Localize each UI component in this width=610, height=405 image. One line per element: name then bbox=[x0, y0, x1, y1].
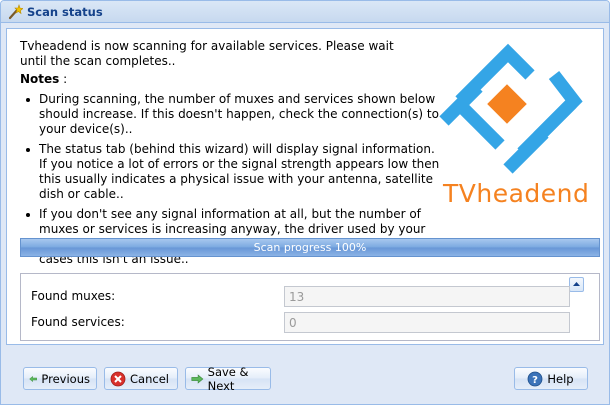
cancel-button[interactable]: Cancel bbox=[104, 367, 178, 390]
scan-status-window: Scan status Tvheadend is now scanning fo… bbox=[0, 0, 610, 405]
scan-progress-bar: Scan progress 100% bbox=[20, 238, 600, 257]
save-next-button[interactable]: Save & Next bbox=[185, 364, 271, 393]
note-item: During scanning, the number of muxes and… bbox=[26, 92, 446, 137]
svg-text:?: ? bbox=[532, 375, 538, 386]
previous-button[interactable]: Previous bbox=[23, 367, 97, 390]
help-button-label: Help bbox=[547, 371, 574, 386]
cancel-icon bbox=[110, 371, 126, 386]
note-item: The status tab (behind this wizard) will… bbox=[26, 142, 446, 202]
cancel-button-label: Cancel bbox=[130, 371, 169, 386]
found-muxes-field[interactable] bbox=[284, 286, 570, 307]
arrow-right-icon bbox=[191, 373, 204, 384]
found-services-field[interactable] bbox=[284, 312, 570, 333]
save-next-button-label: Save & Next bbox=[207, 364, 249, 393]
notes-heading: Notes : bbox=[20, 72, 67, 86]
help-button[interactable]: ? Help bbox=[514, 367, 588, 390]
intro-text: Tvheadend is now scanning for available … bbox=[20, 39, 394, 68]
tvheadend-logo-text: TVheadend bbox=[443, 179, 590, 208]
chevron-up-icon bbox=[573, 282, 580, 286]
help-icon: ? bbox=[527, 371, 543, 386]
arrow-left-icon bbox=[29, 375, 38, 382]
window-title: Scan status bbox=[27, 5, 103, 19]
wizard-wand-icon bbox=[8, 4, 23, 20]
notes-heading-label: Notes bbox=[20, 72, 60, 86]
previous-button-label: Previous bbox=[41, 371, 90, 386]
notes-heading-suffix: : bbox=[59, 72, 68, 86]
note-item: If you don't see any signal information … bbox=[26, 207, 446, 267]
collapse-fieldset-button[interactable] bbox=[569, 277, 584, 292]
window-titlebar[interactable]: Scan status bbox=[1, 1, 609, 23]
found-services-label: Found services: bbox=[31, 315, 125, 329]
found-muxes-label: Found muxes: bbox=[31, 289, 116, 303]
